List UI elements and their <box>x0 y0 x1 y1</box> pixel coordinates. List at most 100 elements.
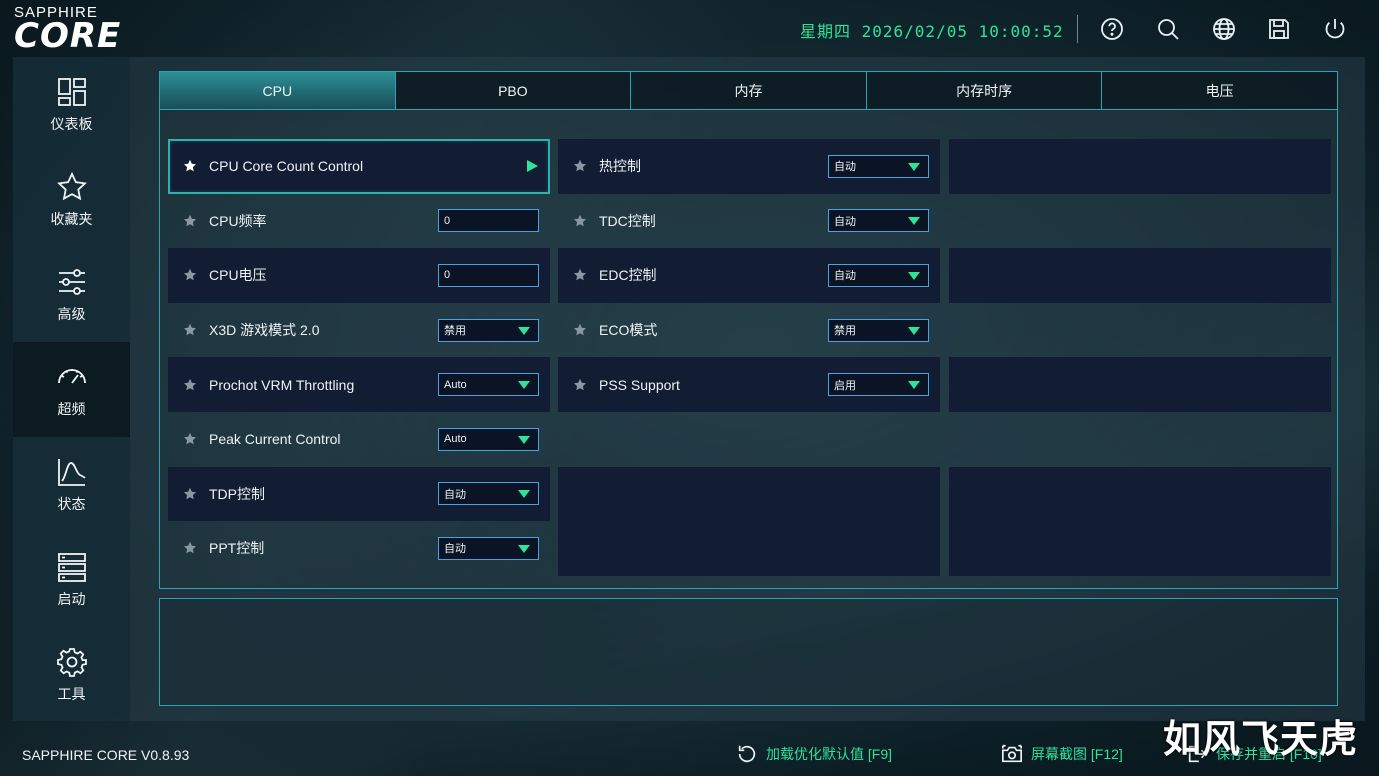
sidebar: 仪表板 收藏夹 高级 超频 状态 启动 工具 <box>13 57 130 721</box>
thermal-select[interactable]: 自动 <box>828 154 929 178</box>
load-defaults-button[interactable]: 加载优化默认值 [F9] <box>736 740 892 768</box>
favorite-star-icon[interactable] <box>573 378 587 392</box>
setting-row-peak-current: Peak Current Control Auto <box>168 412 550 467</box>
sidebar-item-label: 收藏夹 <box>50 210 93 227</box>
setting-label: PSS Support <box>599 376 680 393</box>
screenshot-button[interactable]: 屏幕截图 [F12] <box>1001 740 1123 768</box>
gear-icon <box>56 647 87 677</box>
setting-label: PPT控制 <box>209 540 265 557</box>
empty-row <box>949 521 1331 576</box>
pss-support-select[interactable]: 启用 <box>828 373 929 397</box>
setting-label: 热控制 <box>599 158 641 175</box>
prochot-vrm-select[interactable]: Auto <box>438 373 539 397</box>
chevron-down-icon <box>908 271 920 280</box>
setting-row-pss-support: PSS Support 启用 <box>558 357 940 412</box>
chevron-down-icon <box>518 435 530 444</box>
setting-row-ppt: PPT控制 自动 <box>168 521 550 576</box>
tab-pbo[interactable]: PBO <box>395 72 632 109</box>
sidebar-item-tools[interactable]: 工具 <box>13 627 130 722</box>
sidebar-item-label: 启动 <box>57 590 86 607</box>
save-icon[interactable] <box>1266 16 1292 42</box>
favorite-star-icon[interactable] <box>573 323 587 337</box>
favorite-star-icon[interactable] <box>183 268 197 282</box>
chevron-down-icon <box>518 544 530 553</box>
reset-icon <box>738 745 756 763</box>
sidebar-item-overclock[interactable]: 超频 <box>13 342 130 437</box>
empty-row <box>949 194 1331 249</box>
star-icon <box>56 171 87 200</box>
eco-mode-select[interactable]: 禁用 <box>828 318 929 342</box>
tab-cpu[interactable]: CPU <box>160 72 396 109</box>
favorite-star-icon[interactable] <box>183 323 197 337</box>
storage-icon <box>57 552 86 582</box>
empty-row <box>949 139 1331 194</box>
tab-memory-timing[interactable]: 内存时序 <box>866 72 1103 109</box>
speedometer-icon <box>57 368 86 384</box>
select-value: 自动 <box>834 270 856 283</box>
sidebar-item-favorites[interactable]: 收藏夹 <box>13 152 130 247</box>
setting-label: TDP控制 <box>209 485 265 502</box>
camera-icon <box>1002 744 1022 763</box>
tab-memory[interactable]: 内存 <box>631 72 867 109</box>
empty-row <box>949 357 1331 412</box>
sidebar-item-status[interactable]: 状态 <box>13 437 130 532</box>
cpu-frequency-input[interactable]: 0 <box>438 209 539 233</box>
sidebar-item-label: 超频 <box>57 400 86 417</box>
sidebar-item-advanced[interactable]: 高级 <box>13 247 130 342</box>
setting-label: Peak Current Control <box>209 431 341 448</box>
setting-label: Prochot VRM Throttling <box>209 376 355 393</box>
setting-row-thermal: 热控制 自动 <box>558 139 940 194</box>
favorite-star-icon[interactable] <box>573 159 587 173</box>
tdc-select[interactable]: 自动 <box>828 209 929 233</box>
globe-icon[interactable] <box>1211 16 1237 42</box>
setting-row-prochot-vrm: Prochot VRM Throttling Auto <box>168 357 550 412</box>
setting-row-cpu-voltage: CPU电压 0 <box>168 248 550 303</box>
sidebar-item-boot[interactable]: 启动 <box>13 532 130 627</box>
favorite-star-icon[interactable] <box>183 159 197 173</box>
select-value: 禁用 <box>444 325 466 338</box>
tdp-select[interactable]: 自动 <box>438 482 539 506</box>
setting-row-cpu-frequency: CPU频率 0 <box>168 194 550 249</box>
favorite-star-icon[interactable] <box>183 487 197 501</box>
setting-label: TDC控制 <box>599 212 656 229</box>
chevron-down-icon <box>908 381 920 390</box>
screenshot-label: 屏幕截图 [F12] <box>1031 746 1123 762</box>
select-value: 禁用 <box>834 325 856 338</box>
search-icon[interactable] <box>1155 16 1181 42</box>
sidebar-item-dashboard[interactable]: 仪表板 <box>13 57 130 152</box>
power-icon[interactable] <box>1322 16 1348 42</box>
select-value: Auto <box>444 433 467 446</box>
favorite-star-icon[interactable] <box>573 214 587 228</box>
favorite-star-icon[interactable] <box>183 541 197 555</box>
setting-row-eco-mode: ECO模式 禁用 <box>558 303 940 358</box>
setting-label: CPU电压 <box>209 267 267 284</box>
cpu-voltage-input[interactable]: 0 <box>438 263 539 287</box>
empty-row <box>558 521 940 576</box>
sliders-icon <box>58 268 85 295</box>
select-value: 自动 <box>834 215 856 228</box>
favorite-star-icon[interactable] <box>183 378 197 392</box>
chevron-down-icon <box>908 217 920 226</box>
select-value: 自动 <box>444 543 466 556</box>
setting-row-cpu-core-count[interactable]: CPU Core Count Control <box>168 139 550 194</box>
select-value: 自动 <box>444 488 466 501</box>
ppt-select[interactable]: 自动 <box>438 536 539 560</box>
empty-row <box>949 466 1331 522</box>
select-value: 启用 <box>834 379 856 392</box>
select-value: Auto <box>444 378 467 391</box>
favorite-star-icon[interactable] <box>183 432 197 446</box>
peak-current-select[interactable]: Auto <box>438 427 539 451</box>
edc-select[interactable]: 自动 <box>828 263 929 287</box>
favorite-star-icon[interactable] <box>573 268 587 282</box>
favorite-star-icon[interactable] <box>183 214 197 228</box>
x3d-gaming-mode-select[interactable]: 禁用 <box>438 318 539 342</box>
watermark-text: 如风飞天虎 <box>1163 717 1359 761</box>
setting-label: EDC控制 <box>599 267 657 284</box>
submenu-arrow-icon[interactable] <box>527 160 538 173</box>
help-icon[interactable] <box>1099 16 1125 42</box>
tab-voltage[interactable]: 电压 <box>1102 72 1337 109</box>
empty-row <box>558 466 940 522</box>
settings-column-1: CPU Core Count Control CPU频率 0 CPU电压 0 X… <box>168 139 550 576</box>
setting-row-x3d-gaming-mode: X3D 游戏模式 2.0 禁用 <box>168 303 550 358</box>
dashboard-icon <box>57 77 86 106</box>
